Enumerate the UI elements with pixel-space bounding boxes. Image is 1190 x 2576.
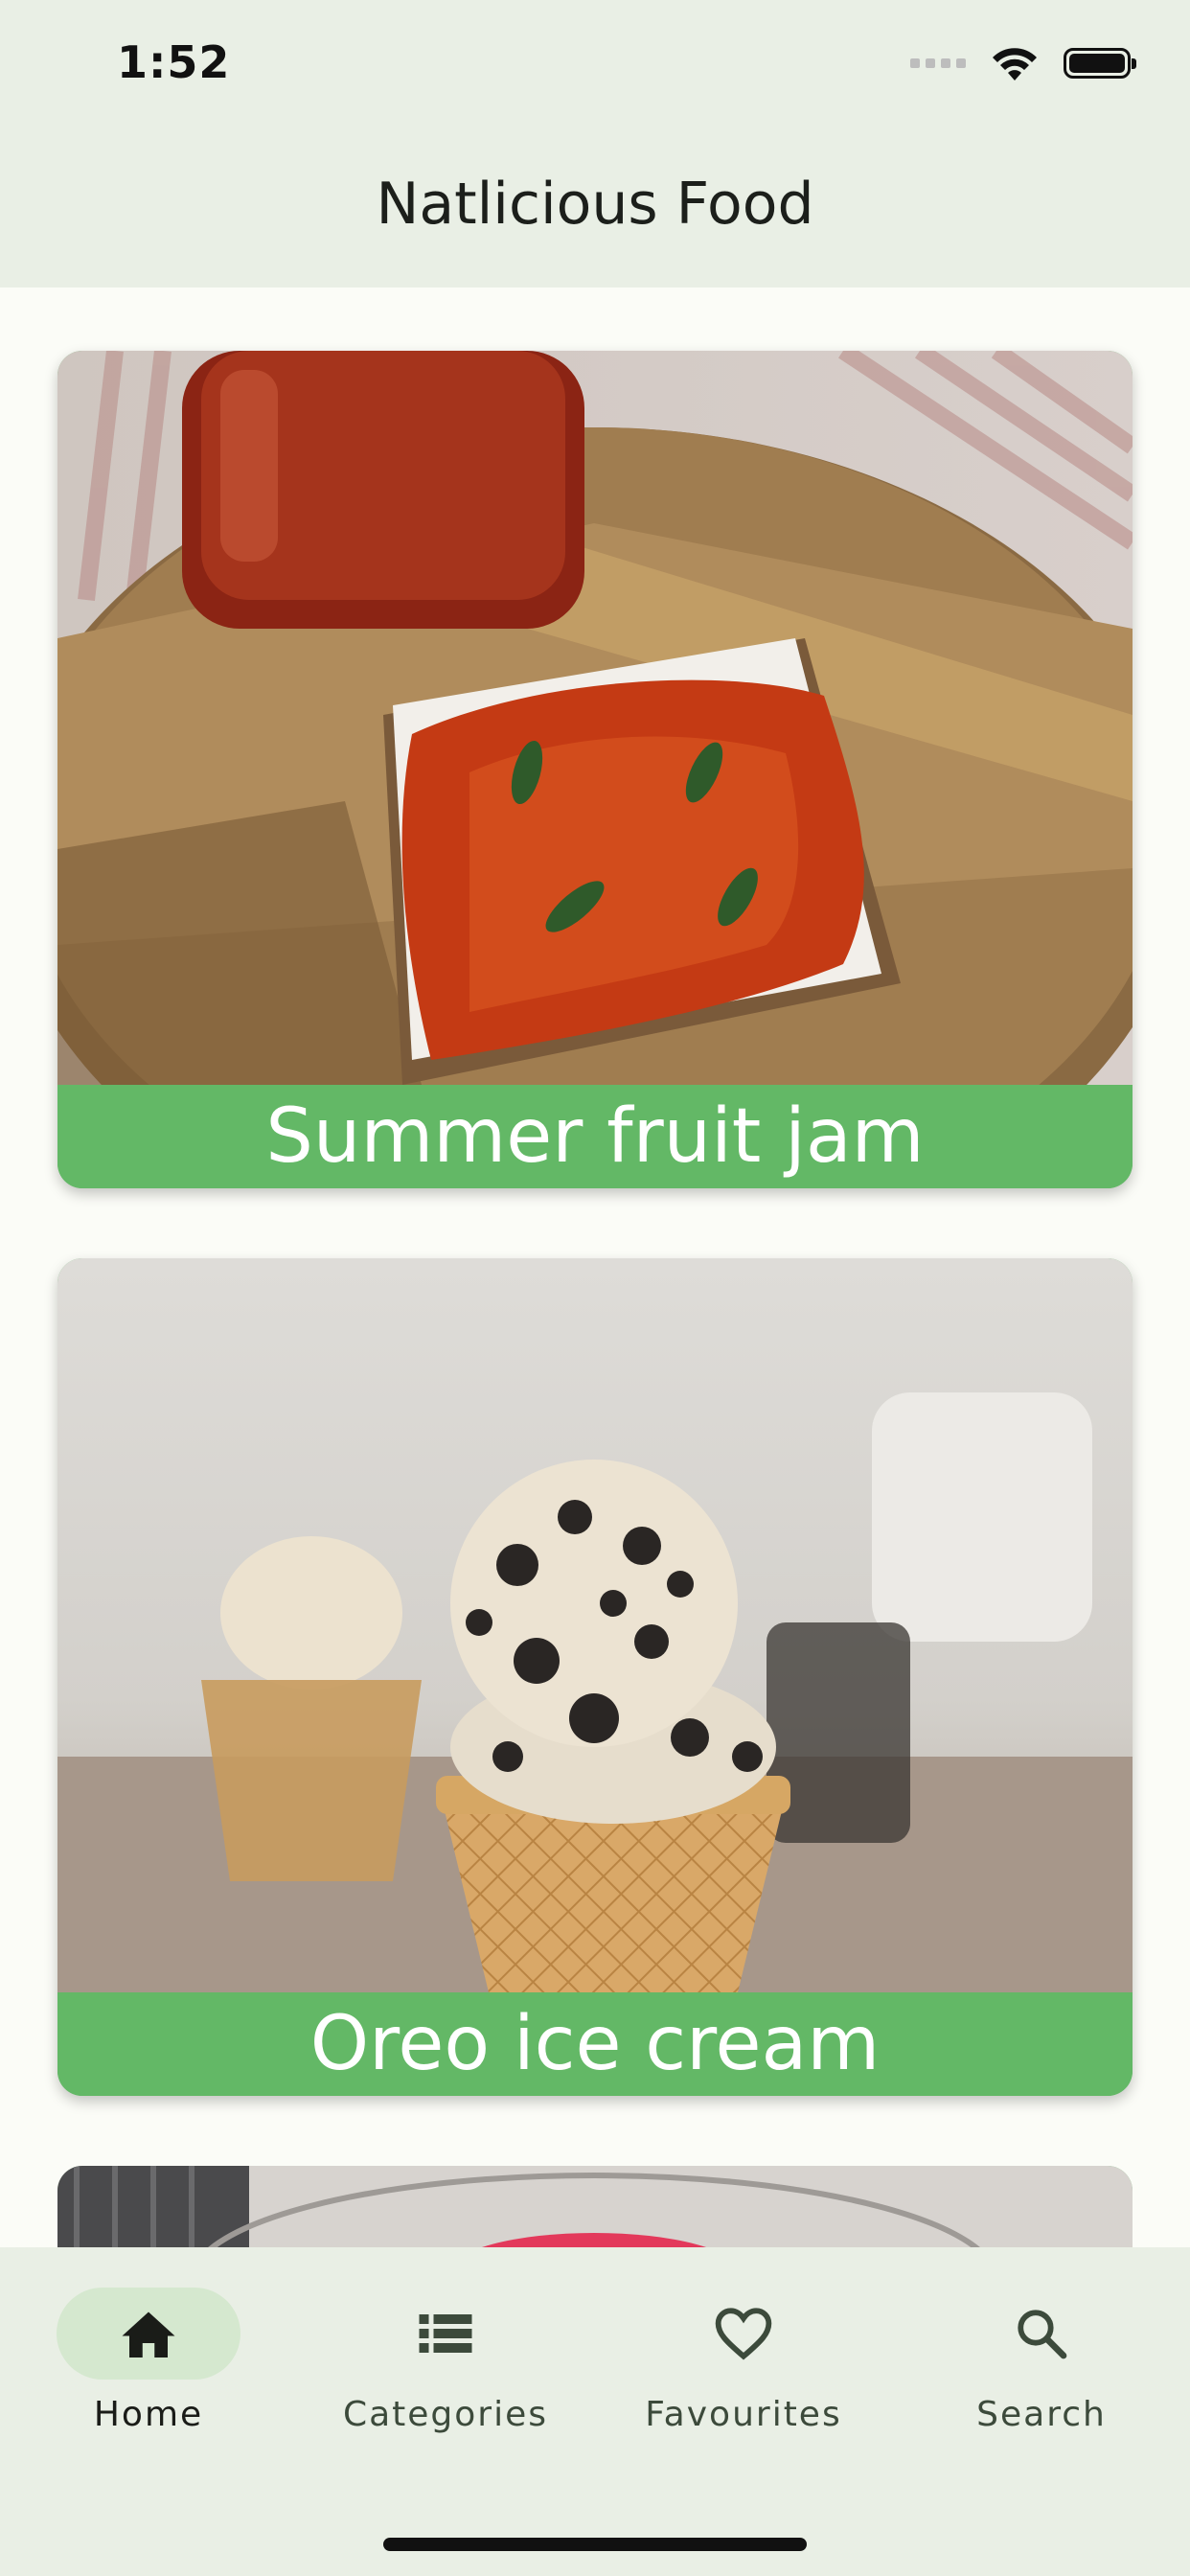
- nav-categories[interactable]: Categories: [297, 2288, 594, 2434]
- status-icons: [910, 42, 1136, 84]
- home-indicator-bar[interactable]: [383, 2538, 807, 2551]
- nav-home[interactable]: Home: [0, 2288, 297, 2434]
- nav-categories-label: Categories: [342, 2395, 549, 2434]
- recipe-card-oreo-ice-cream[interactable]: Oreo ice cream: [57, 1258, 1133, 2096]
- app-title: Natlicious Food: [376, 171, 814, 238]
- search-icon: [1018, 2310, 1067, 2359]
- home-icon: [122, 2312, 175, 2358]
- heart-icon: [715, 2308, 772, 2360]
- recipe-card-partial[interactable]: [57, 2166, 1133, 2247]
- recipe-title: Summer fruit jam: [57, 1085, 1133, 1188]
- nav-search[interactable]: Search: [893, 2288, 1190, 2434]
- wifi-icon: [993, 48, 1037, 80]
- cellular-signal-icon: [910, 58, 966, 68]
- nav-favourites[interactable]: Favourites: [595, 2288, 892, 2434]
- recipe-photo-jam-toast: [57, 351, 1133, 1085]
- bottom-navigation: Home Categories Favourites Search: [0, 2247, 1190, 2576]
- recipe-feed[interactable]: Summer fruit jam Oreo ice cream: [0, 288, 1190, 2247]
- nav-home-indicator: [57, 2288, 240, 2380]
- nav-home-label: Home: [93, 2395, 204, 2434]
- recipe-card-summer-fruit-jam[interactable]: Summer fruit jam: [57, 351, 1133, 1188]
- list-icon: [419, 2314, 472, 2353]
- battery-icon: [1064, 48, 1136, 79]
- status-time: 1:52: [117, 36, 231, 88]
- recipe-title: Oreo ice cream: [57, 1992, 1133, 2096]
- nav-favourites-label: Favourites: [645, 2395, 842, 2434]
- recipe-photo-oreo-cone: [57, 1258, 1133, 1992]
- top-app-bar: 1:52 Natlicious Food: [0, 0, 1190, 288]
- recipe-photo-partial: [57, 2166, 1133, 2247]
- nav-search-label: Search: [976, 2395, 1107, 2434]
